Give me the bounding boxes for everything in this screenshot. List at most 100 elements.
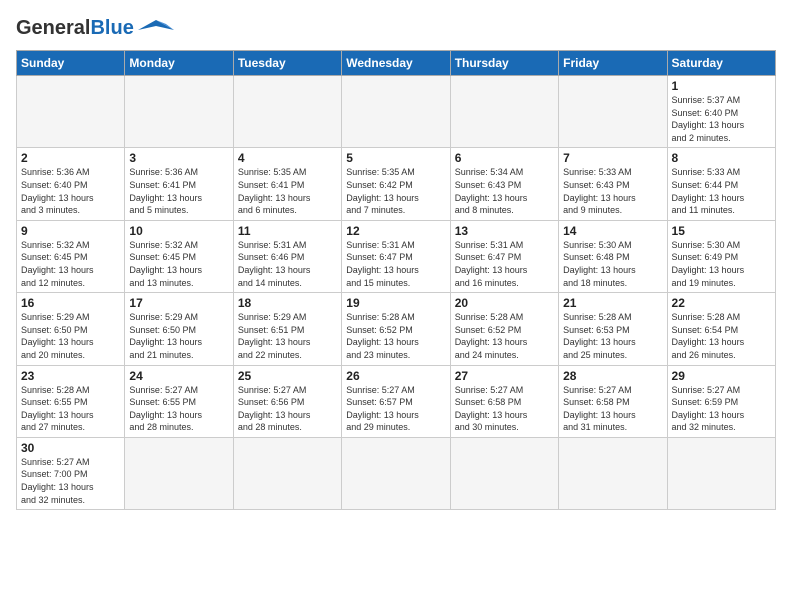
calendar-header-row: SundayMondayTuesdayWednesdayThursdayFrid… [17,51,776,76]
calendar-cell: 1Sunrise: 5:37 AM Sunset: 6:40 PM Daylig… [667,76,775,148]
calendar-cell [450,76,558,148]
day-number: 26 [346,369,445,383]
calendar-cell: 21Sunrise: 5:28 AM Sunset: 6:53 PM Dayli… [559,293,667,365]
day-info: Sunrise: 5:33 AM Sunset: 6:44 PM Dayligh… [672,166,771,216]
day-info: Sunrise: 5:29 AM Sunset: 6:50 PM Dayligh… [21,311,120,361]
day-info: Sunrise: 5:32 AM Sunset: 6:45 PM Dayligh… [21,239,120,289]
day-number: 14 [563,224,662,238]
calendar-cell: 23Sunrise: 5:28 AM Sunset: 6:55 PM Dayli… [17,365,125,437]
day-info: Sunrise: 5:29 AM Sunset: 6:51 PM Dayligh… [238,311,337,361]
day-number: 19 [346,296,445,310]
day-of-week-wednesday: Wednesday [342,51,450,76]
calendar-cell: 25Sunrise: 5:27 AM Sunset: 6:56 PM Dayli… [233,365,341,437]
day-number: 24 [129,369,228,383]
calendar-cell: 14Sunrise: 5:30 AM Sunset: 6:48 PM Dayli… [559,220,667,292]
day-info: Sunrise: 5:31 AM Sunset: 6:46 PM Dayligh… [238,239,337,289]
logo-blue: Blue [90,17,133,39]
day-number: 16 [21,296,120,310]
day-info: Sunrise: 5:27 AM Sunset: 6:59 PM Dayligh… [672,384,771,434]
day-number: 28 [563,369,662,383]
day-info: Sunrise: 5:31 AM Sunset: 6:47 PM Dayligh… [346,239,445,289]
calendar-cell: 15Sunrise: 5:30 AM Sunset: 6:49 PM Dayli… [667,220,775,292]
day-info: Sunrise: 5:36 AM Sunset: 6:40 PM Dayligh… [21,166,120,216]
day-number: 11 [238,224,337,238]
day-info: Sunrise: 5:35 AM Sunset: 6:41 PM Dayligh… [238,166,337,216]
calendar-table: SundayMondayTuesdayWednesdayThursdayFrid… [16,50,776,510]
calendar-cell [125,437,233,509]
day-number: 12 [346,224,445,238]
calendar-cell: 18Sunrise: 5:29 AM Sunset: 6:51 PM Dayli… [233,293,341,365]
day-number: 22 [672,296,771,310]
calendar-cell: 8Sunrise: 5:33 AM Sunset: 6:44 PM Daylig… [667,148,775,220]
day-number: 7 [563,151,662,165]
calendar-cell [559,76,667,148]
day-number: 10 [129,224,228,238]
day-of-week-sunday: Sunday [17,51,125,76]
calendar-week-row: 9Sunrise: 5:32 AM Sunset: 6:45 PM Daylig… [17,220,776,292]
day-info: Sunrise: 5:27 AM Sunset: 7:00 PM Dayligh… [21,456,120,506]
day-info: Sunrise: 5:30 AM Sunset: 6:48 PM Dayligh… [563,239,662,289]
day-number: 5 [346,151,445,165]
calendar-cell: 4Sunrise: 5:35 AM Sunset: 6:41 PM Daylig… [233,148,341,220]
calendar-cell: 9Sunrise: 5:32 AM Sunset: 6:45 PM Daylig… [17,220,125,292]
calendar-cell: 19Sunrise: 5:28 AM Sunset: 6:52 PM Dayli… [342,293,450,365]
calendar-cell: 2Sunrise: 5:36 AM Sunset: 6:40 PM Daylig… [17,148,125,220]
calendar-cell: 28Sunrise: 5:27 AM Sunset: 6:58 PM Dayli… [559,365,667,437]
calendar-week-row: 1Sunrise: 5:37 AM Sunset: 6:40 PM Daylig… [17,76,776,148]
logo-bird-icon [138,16,174,40]
day-number: 23 [21,369,120,383]
calendar-cell: 11Sunrise: 5:31 AM Sunset: 6:46 PM Dayli… [233,220,341,292]
calendar-cell [667,437,775,509]
day-info: Sunrise: 5:34 AM Sunset: 6:43 PM Dayligh… [455,166,554,216]
header: GeneralBlue [16,16,776,40]
calendar-cell: 24Sunrise: 5:27 AM Sunset: 6:55 PM Dayli… [125,365,233,437]
day-number: 13 [455,224,554,238]
logo-general: General [16,17,90,39]
day-info: Sunrise: 5:27 AM Sunset: 6:56 PM Dayligh… [238,384,337,434]
day-info: Sunrise: 5:33 AM Sunset: 6:43 PM Dayligh… [563,166,662,216]
day-number: 2 [21,151,120,165]
logo: GeneralBlue [16,16,174,40]
calendar-week-row: 23Sunrise: 5:28 AM Sunset: 6:55 PM Dayli… [17,365,776,437]
day-info: Sunrise: 5:36 AM Sunset: 6:41 PM Dayligh… [129,166,228,216]
calendar-cell: 29Sunrise: 5:27 AM Sunset: 6:59 PM Dayli… [667,365,775,437]
calendar-cell [342,437,450,509]
calendar-cell [450,437,558,509]
day-number: 29 [672,369,771,383]
day-info: Sunrise: 5:28 AM Sunset: 6:55 PM Dayligh… [21,384,120,434]
calendar-cell: 17Sunrise: 5:29 AM Sunset: 6:50 PM Dayli… [125,293,233,365]
calendar-cell: 7Sunrise: 5:33 AM Sunset: 6:43 PM Daylig… [559,148,667,220]
day-number: 18 [238,296,337,310]
day-info: Sunrise: 5:27 AM Sunset: 6:57 PM Dayligh… [346,384,445,434]
calendar-cell: 20Sunrise: 5:28 AM Sunset: 6:52 PM Dayli… [450,293,558,365]
calendar-cell: 16Sunrise: 5:29 AM Sunset: 6:50 PM Dayli… [17,293,125,365]
calendar-week-row: 30Sunrise: 5:27 AM Sunset: 7:00 PM Dayli… [17,437,776,509]
day-number: 27 [455,369,554,383]
day-of-week-thursday: Thursday [450,51,558,76]
calendar-cell [233,437,341,509]
day-of-week-saturday: Saturday [667,51,775,76]
day-of-week-tuesday: Tuesday [233,51,341,76]
calendar-cell: 26Sunrise: 5:27 AM Sunset: 6:57 PM Dayli… [342,365,450,437]
calendar-week-row: 16Sunrise: 5:29 AM Sunset: 6:50 PM Dayli… [17,293,776,365]
calendar-cell: 22Sunrise: 5:28 AM Sunset: 6:54 PM Dayli… [667,293,775,365]
day-info: Sunrise: 5:37 AM Sunset: 6:40 PM Dayligh… [672,94,771,144]
calendar-cell: 12Sunrise: 5:31 AM Sunset: 6:47 PM Dayli… [342,220,450,292]
day-info: Sunrise: 5:28 AM Sunset: 6:52 PM Dayligh… [346,311,445,361]
day-of-week-friday: Friday [559,51,667,76]
day-number: 21 [563,296,662,310]
day-info: Sunrise: 5:27 AM Sunset: 6:58 PM Dayligh… [455,384,554,434]
day-info: Sunrise: 5:30 AM Sunset: 6:49 PM Dayligh… [672,239,771,289]
day-number: 25 [238,369,337,383]
calendar-cell: 30Sunrise: 5:27 AM Sunset: 7:00 PM Dayli… [17,437,125,509]
day-number: 17 [129,296,228,310]
day-number: 8 [672,151,771,165]
calendar-week-row: 2Sunrise: 5:36 AM Sunset: 6:40 PM Daylig… [17,148,776,220]
day-info: Sunrise: 5:32 AM Sunset: 6:45 PM Dayligh… [129,239,228,289]
calendar-cell [342,76,450,148]
day-of-week-monday: Monday [125,51,233,76]
calendar-cell [17,76,125,148]
calendar-cell [125,76,233,148]
calendar-cell: 3Sunrise: 5:36 AM Sunset: 6:41 PM Daylig… [125,148,233,220]
day-number: 6 [455,151,554,165]
